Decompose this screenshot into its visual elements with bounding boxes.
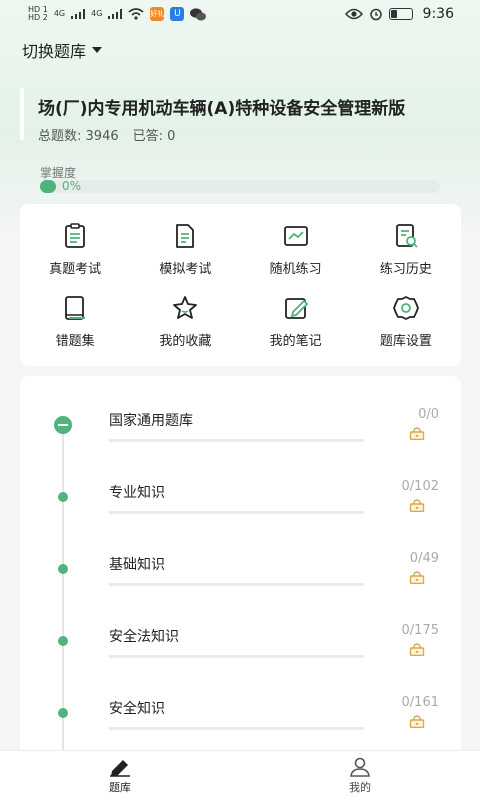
signal-icon bbox=[71, 9, 86, 19]
answered-label: 已答: bbox=[132, 129, 164, 144]
chapter-row[interactable]: 国家通用题库 0/0 bbox=[20, 402, 461, 474]
chapter-row[interactable]: 安全知识 0/161 bbox=[20, 690, 461, 756]
clipboard-icon bbox=[65, 223, 86, 248]
func-bank-settings[interactable]: 题库设置 bbox=[351, 290, 461, 362]
chapter-count: 0/102 bbox=[401, 479, 439, 494]
lock-icon bbox=[409, 427, 425, 440]
mastery-progress-bar bbox=[40, 180, 440, 193]
chapter-row[interactable]: 专业知识 0/102 bbox=[20, 474, 461, 546]
clock: 9:36 bbox=[422, 6, 454, 22]
wechat-icon bbox=[190, 7, 207, 20]
collapse-icon[interactable] bbox=[54, 416, 72, 434]
chart-icon bbox=[283, 226, 308, 246]
func-wrong-questions[interactable]: 错题集 bbox=[20, 290, 130, 362]
status-bar: HD 1 HD 2 4G 4G 好礼 U 9:36 bbox=[0, 0, 480, 28]
chapter-name: 国家通用题库 bbox=[109, 413, 193, 429]
book-icon bbox=[65, 296, 86, 320]
tab-mine[interactable]: 我的 bbox=[240, 751, 480, 800]
star-icon bbox=[173, 296, 198, 319]
history-search-icon bbox=[395, 224, 418, 248]
mastery-progress-fill bbox=[40, 180, 56, 193]
func-favorites[interactable]: 我的收藏 bbox=[130, 290, 240, 362]
eye-icon bbox=[344, 8, 363, 20]
chapter-name: 安全知识 bbox=[109, 701, 165, 717]
total-questions: 总题数: 3946 bbox=[38, 125, 119, 144]
app-notification-icon-2: U bbox=[170, 7, 185, 21]
func-label: 练习历史 bbox=[379, 262, 432, 277]
func-label: 模拟考试 bbox=[159, 262, 212, 277]
chapter-progress-track bbox=[109, 511, 364, 514]
chapter-row[interactable]: 安全法知识 0/175 bbox=[20, 618, 461, 690]
chapter-count: 0/0 bbox=[418, 407, 439, 422]
func-label: 随机练习 bbox=[269, 262, 322, 277]
tab-label: 题库 bbox=[109, 780, 131, 794]
total-label: 总题数: bbox=[38, 129, 82, 144]
network-label-2: 4G bbox=[91, 9, 103, 18]
chapter-progress-track bbox=[109, 583, 364, 586]
func-label: 我的笔记 bbox=[269, 334, 322, 349]
function-card: 真题考试 模拟考试 随机练习 练习历史 错题集 我的收藏 我的笔记 题库设置 bbox=[20, 204, 461, 366]
bank-title: 场(厂)内专用机动车辆(A)特种设备安全管理新版 bbox=[38, 99, 406, 119]
chapter-progress-track bbox=[109, 655, 364, 658]
pencil-icon bbox=[110, 759, 130, 777]
signal-icon bbox=[108, 9, 123, 19]
alarm-icon bbox=[369, 8, 382, 21]
chapter-count: 0/175 bbox=[401, 623, 439, 638]
chapter-progress-track bbox=[109, 439, 364, 442]
switch-bank-label: 切换题库 bbox=[22, 42, 87, 61]
bank-stats: 总题数: 3946 已答: 0 bbox=[38, 125, 175, 144]
chapter-name: 基础知识 bbox=[109, 557, 165, 573]
lock-icon bbox=[409, 715, 425, 728]
func-label: 我的收藏 bbox=[159, 334, 212, 349]
title-accent-bar bbox=[20, 88, 24, 140]
chapter-row[interactable]: 基础知识 0/49 bbox=[20, 546, 461, 618]
bottom-tab-bar: 题库 我的 bbox=[0, 750, 480, 800]
total-value: 3946 bbox=[85, 129, 119, 144]
func-random-practice[interactable]: 随机练习 bbox=[241, 218, 351, 290]
user-icon bbox=[350, 757, 370, 777]
timeline-dot bbox=[58, 492, 68, 502]
chapter-name: 专业知识 bbox=[109, 485, 165, 501]
settings-icon bbox=[392, 296, 419, 320]
timeline-dot bbox=[58, 564, 68, 574]
document-icon bbox=[176, 224, 195, 248]
func-mock-exam[interactable]: 模拟考试 bbox=[130, 218, 240, 290]
chapter-list: 国家通用题库 0/0 专业知识 0/102 基础知识 0/49 安全法知识 0/… bbox=[20, 376, 461, 756]
caret-down-icon bbox=[92, 47, 103, 53]
tab-question-bank[interactable]: 题库 bbox=[0, 751, 240, 800]
app-notification-icon: 好礼 bbox=[150, 7, 165, 21]
chapter-name: 安全法知识 bbox=[109, 629, 179, 645]
chapter-count: 0/161 bbox=[401, 695, 439, 710]
chapter-count: 0/49 bbox=[409, 551, 439, 566]
lock-icon bbox=[409, 571, 425, 584]
sim-indicators: HD 1 HD 2 bbox=[28, 6, 48, 22]
chapter-progress-track bbox=[109, 727, 364, 730]
func-label: 真题考试 bbox=[49, 262, 102, 277]
func-practice-history[interactable]: 练习历史 bbox=[351, 218, 461, 290]
answered-value: 0 bbox=[167, 129, 176, 144]
timeline-dot bbox=[58, 708, 68, 718]
timeline-dot bbox=[58, 636, 68, 646]
tab-label: 我的 bbox=[349, 780, 371, 794]
func-label: 题库设置 bbox=[379, 334, 432, 349]
note-edit-icon bbox=[284, 298, 308, 319]
sim2-label: HD 2 bbox=[28, 13, 48, 22]
lock-icon bbox=[409, 643, 425, 656]
answered-questions: 已答: 0 bbox=[133, 125, 176, 144]
wifi-icon bbox=[128, 8, 144, 20]
func-real-exam[interactable]: 真题考试 bbox=[20, 218, 130, 290]
func-notes[interactable]: 我的笔记 bbox=[241, 290, 351, 362]
lock-icon bbox=[409, 499, 425, 512]
func-label: 错题集 bbox=[55, 334, 95, 349]
switch-bank-button[interactable]: 切换题库 bbox=[22, 38, 103, 62]
mastery-percent: 0% bbox=[62, 179, 82, 193]
network-label-1: 4G bbox=[53, 9, 66, 18]
battery-icon bbox=[388, 8, 413, 20]
